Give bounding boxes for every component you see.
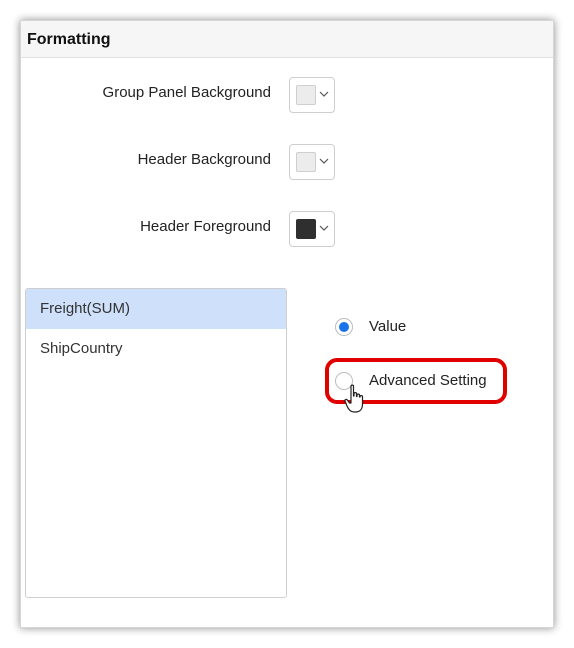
- color-swatch: [296, 152, 316, 172]
- list-item-freight-sum[interactable]: Freight(SUM): [26, 289, 286, 329]
- chevron-down-icon: [319, 225, 329, 231]
- color-swatch: [296, 219, 316, 239]
- formatting-panel: Formatting Group Panel Background Header…: [20, 20, 554, 628]
- group-panel-background-picker[interactable]: [289, 77, 335, 113]
- hand-pointer-icon: [344, 384, 364, 413]
- field-list: Freight(SUM) ShipCountry: [25, 288, 287, 598]
- header-background-label: Header Background: [137, 151, 271, 168]
- header-foreground-label: Header Foreground: [140, 218, 271, 235]
- header-background-picker[interactable]: [289, 144, 335, 180]
- list-item-label: ShipCountry: [40, 340, 123, 357]
- chevron-down-icon: [319, 91, 329, 97]
- list-item-shipcountry[interactable]: ShipCountry: [26, 329, 286, 369]
- header-foreground-picker[interactable]: [289, 211, 335, 247]
- color-swatch: [296, 85, 316, 105]
- value-radio[interactable]: [335, 318, 353, 336]
- panel-title: Formatting: [27, 31, 111, 48]
- value-radio-label: Value: [369, 318, 407, 335]
- list-item-label: Freight(SUM): [40, 300, 131, 317]
- panel-header: Formatting: [21, 21, 553, 58]
- group-panel-background-label: Group Panel Background: [102, 84, 271, 101]
- chevron-down-icon: [319, 158, 329, 164]
